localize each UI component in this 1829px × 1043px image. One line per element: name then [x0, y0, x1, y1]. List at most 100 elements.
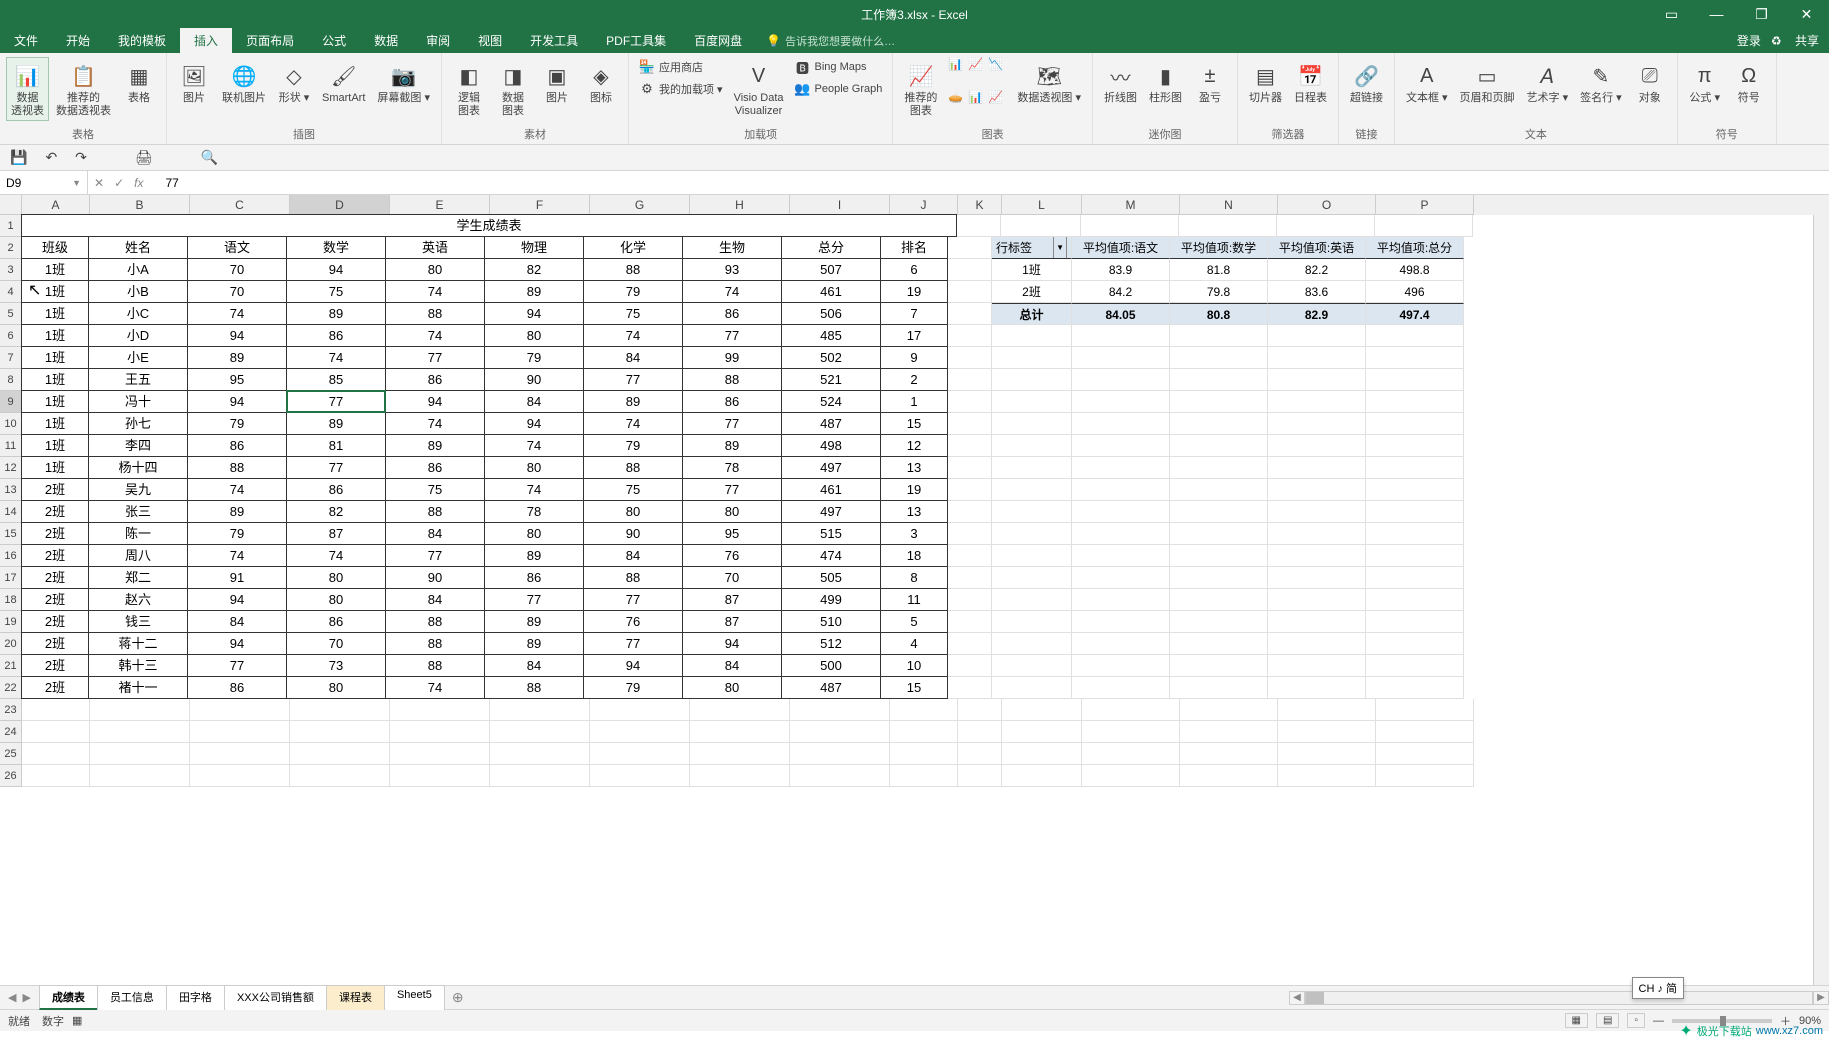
row-header-10[interactable]: 10 [0, 413, 22, 435]
row-header-22[interactable]: 22 [0, 677, 22, 699]
pivot-cell-4-1[interactable]: 84.2 [1072, 281, 1170, 303]
scroll-left-icon[interactable]: ◀ [1289, 991, 1305, 1005]
cell-empty[interactable] [1082, 721, 1180, 743]
table-header-生物[interactable]: 生物 [682, 236, 782, 259]
cell-E5[interactable]: 88 [385, 302, 485, 325]
cell-F4[interactable]: 89 [484, 280, 584, 303]
cell-B16[interactable]: 周八 [88, 544, 188, 567]
cell-empty[interactable] [490, 765, 590, 787]
signature-button[interactable]: ✎签名行 ▾ [1575, 57, 1627, 108]
cell-empty[interactable] [1072, 633, 1170, 655]
chevron-right-icon[interactable]: ▶ [22, 991, 30, 1004]
cell-F20[interactable]: 89 [484, 632, 584, 655]
sheet-tab-田字格[interactable]: 田字格 [166, 985, 225, 1010]
login-link[interactable]: 登录 [1737, 32, 1761, 49]
cell-empty[interactable] [890, 721, 958, 743]
cell-empty[interactable] [992, 369, 1072, 391]
cell-empty[interactable] [290, 765, 390, 787]
cell-F7[interactable]: 79 [484, 346, 584, 369]
cell-B8[interactable]: 王五 [88, 368, 188, 391]
cell-empty[interactable] [992, 545, 1072, 567]
cell-empty[interactable] [90, 743, 190, 765]
cell-empty[interactable] [690, 699, 790, 721]
cell-E9[interactable]: 94 [385, 390, 485, 413]
cell-F18[interactable]: 77 [484, 588, 584, 611]
cell-E17[interactable]: 90 [385, 566, 485, 589]
cell-empty[interactable] [1277, 215, 1375, 237]
cell-E11[interactable]: 89 [385, 434, 485, 457]
column-header-A[interactable]: A [22, 195, 90, 215]
cell-empty[interactable] [390, 721, 490, 743]
cell-B17[interactable]: 郑二 [88, 566, 188, 589]
cell-F17[interactable]: 86 [484, 566, 584, 589]
row-header-6[interactable]: 6 [0, 325, 22, 347]
cell-B22[interactable]: 褚十一 [88, 676, 188, 699]
pivot-cell-3-3[interactable]: 82.2 [1268, 259, 1366, 281]
share-button[interactable]: ♻ 共享 [1771, 32, 1819, 49]
cell-H22[interactable]: 80 [682, 676, 782, 699]
cell-G9[interactable]: 89 [583, 390, 683, 413]
cell-H20[interactable]: 94 [682, 632, 782, 655]
cell-I14[interactable]: 497 [781, 500, 881, 523]
timeline-button[interactable]: 📅日程表 [1289, 57, 1332, 108]
cell-C15[interactable]: 79 [187, 522, 287, 545]
cell-H14[interactable]: 80 [682, 500, 782, 523]
cell-H5[interactable]: 86 [682, 302, 782, 325]
cell-A17[interactable]: 2班 [21, 566, 89, 589]
cell-H4[interactable]: 74 [682, 280, 782, 303]
cell-I9[interactable]: 524 [781, 390, 881, 413]
cell-empty[interactable] [22, 743, 90, 765]
cell-C3[interactable]: 70 [187, 258, 287, 281]
close-icon[interactable]: ✕ [1784, 6, 1829, 23]
page-break-view-icon[interactable]: ▫ [1627, 1013, 1645, 1028]
cell-G6[interactable]: 74 [583, 324, 683, 347]
cell-G15[interactable]: 90 [583, 522, 683, 545]
row-header-16[interactable]: 16 [0, 545, 22, 567]
cell-B4[interactable]: 小B [88, 280, 188, 303]
cell-empty[interactable] [1278, 699, 1376, 721]
cell-empty[interactable] [1268, 677, 1366, 699]
cell-E14[interactable]: 88 [385, 500, 485, 523]
cell-H16[interactable]: 76 [682, 544, 782, 567]
cell-empty[interactable] [992, 457, 1072, 479]
cell-empty[interactable] [1072, 589, 1170, 611]
cell-E15[interactable]: 84 [385, 522, 485, 545]
cell-empty[interactable] [790, 699, 890, 721]
cell-empty[interactable] [992, 589, 1072, 611]
cell-G16[interactable]: 84 [583, 544, 683, 567]
cell-G14[interactable]: 80 [583, 500, 683, 523]
cell-F13[interactable]: 74 [484, 478, 584, 501]
cell-J5[interactable]: 7 [880, 302, 948, 325]
menu-tab-插入[interactable]: 插入 [180, 28, 232, 53]
column-header-I[interactable]: I [790, 195, 890, 215]
cell-empty[interactable] [992, 391, 1072, 413]
cell-F19[interactable]: 89 [484, 610, 584, 633]
visio-button[interactable]: VVisio Data Visualizer [729, 57, 789, 121]
cell-empty[interactable] [590, 765, 690, 787]
cell-empty[interactable] [1366, 655, 1464, 677]
cell-D15[interactable]: 87 [286, 522, 386, 545]
cell-empty[interactable] [992, 611, 1072, 633]
sheet-tab-XXX公司销售额[interactable]: XXX公司销售额 [224, 985, 327, 1010]
cell-B14[interactable]: 张三 [88, 500, 188, 523]
online-picture-button[interactable]: 🌐联机图片 [217, 57, 271, 108]
cell-empty[interactable] [1170, 347, 1268, 369]
cell-I3[interactable]: 507 [781, 258, 881, 281]
ime-indicator[interactable]: CH ♪ 简 [1632, 977, 1685, 999]
recommended-chart-button[interactable]: 📈推荐的 图表 [899, 57, 942, 121]
column-header-O[interactable]: O [1278, 195, 1376, 215]
restore-icon[interactable]: ❐ [1739, 6, 1784, 23]
cell-G19[interactable]: 76 [583, 610, 683, 633]
qat-button-1[interactable]: ↶ [45, 149, 57, 166]
shapes-button[interactable]: ◇形状 ▾ [273, 57, 315, 108]
cell-empty[interactable] [1268, 347, 1366, 369]
row-header-26[interactable]: 26 [0, 765, 22, 787]
cell-C22[interactable]: 86 [187, 676, 287, 699]
cell-E13[interactable]: 75 [385, 478, 485, 501]
row-header-5[interactable]: 5 [0, 303, 22, 325]
cell-A4[interactable]: 1班 [21, 280, 89, 303]
menu-tab-开发工具[interactable]: 开发工具 [516, 28, 592, 53]
enter-icon[interactable]: ✓ [114, 176, 124, 190]
pivot-cell-4-4[interactable]: 496 [1366, 281, 1464, 303]
cell-J17[interactable]: 8 [880, 566, 948, 589]
